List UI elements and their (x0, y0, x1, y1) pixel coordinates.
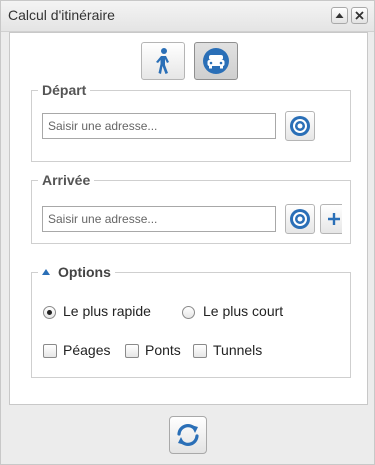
checkbox-tunnels-label[interactable]: Tunnels (213, 342, 262, 358)
mode-pedestrian-button[interactable] (141, 42, 185, 80)
target-icon (290, 209, 310, 229)
radio-fastest[interactable] (43, 306, 56, 319)
arrival-locate-button[interactable] (285, 204, 315, 234)
collapse-button[interactable] (331, 7, 348, 24)
departure-address-input[interactable] (42, 113, 276, 139)
options-group: Options (31, 264, 351, 378)
target-icon (290, 116, 310, 136)
title-bar: Calcul d'itinéraire (1, 1, 374, 32)
route-window: Calcul d'itinéraire Départ Saisir une ad… (0, 0, 375, 465)
content-panel: Départ Arrivée (9, 32, 368, 405)
add-waypoint-button[interactable] (320, 204, 342, 234)
radio-shortest[interactable] (182, 306, 195, 319)
compute-route-button[interactable] (169, 416, 207, 454)
options-toggle[interactable]: Options (38, 264, 115, 280)
checkbox-tolls-label[interactable]: Péages (63, 342, 110, 358)
close-icon (355, 11, 364, 20)
departure-locate-button[interactable] (285, 111, 315, 141)
mode-car-button[interactable] (194, 42, 238, 80)
radio-selected-dot (47, 310, 52, 315)
departure-legend: Départ (42, 82, 87, 98)
refresh-icon (177, 424, 199, 446)
triangle-up-icon (42, 269, 50, 275)
walking-person-icon (156, 48, 169, 74)
arrival-address-input[interactable] (42, 206, 276, 232)
car-icon (203, 48, 229, 74)
plus-icon (327, 213, 340, 225)
arrival-legend: Arrivée (42, 172, 91, 188)
checkbox-tunnels[interactable] (193, 344, 207, 358)
checkbox-bridges[interactable] (125, 344, 139, 358)
triangle-up-icon (335, 13, 344, 18)
checkbox-tolls[interactable] (43, 344, 57, 358)
radio-shortest-label[interactable]: Le plus court (203, 303, 283, 319)
options-legend: Options (58, 264, 111, 280)
close-button[interactable] (351, 7, 368, 24)
radio-fastest-label[interactable]: Le plus rapide (63, 303, 151, 319)
checkbox-bridges-label[interactable]: Ponts (145, 342, 181, 358)
window-title: Calcul d'itinéraire (8, 7, 115, 23)
